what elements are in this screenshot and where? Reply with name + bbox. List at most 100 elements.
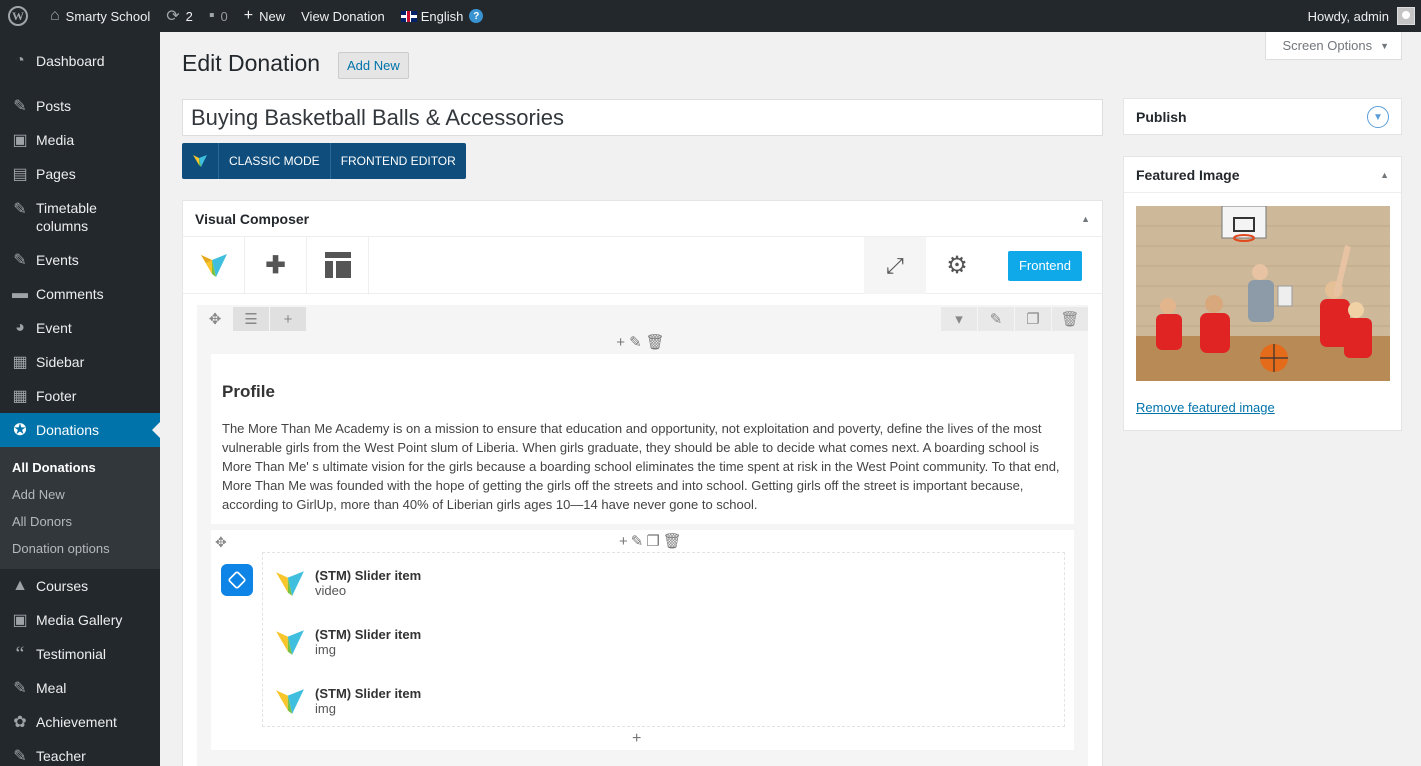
sidebar-item-donations[interactable]: ✪ Donations <box>0 413 160 447</box>
vc-canvas: ✥ ☰ + ▾ ✎ ❐ 🗑 + ✎ 🗑 Profile The More Tha… <box>197 305 1088 766</box>
comment-icon: ▬ <box>12 285 28 302</box>
screen-options-label: Screen Options <box>1282 38 1373 53</box>
vc-logo-icon <box>276 570 304 596</box>
updates-menu[interactable]: ⟳ 2 <box>158 0 201 32</box>
main-content: Screen Options ▼ Edit Donation Add New B… <box>160 32 1421 766</box>
site-name-menu[interactable]: ⌂ Smarty School <box>42 0 158 32</box>
pencil-icon[interactable]: ✎ <box>631 533 647 550</box>
sidebar-item-meal[interactable]: ✎ Meal <box>0 671 160 705</box>
vc-box-header[interactable]: Visual Composer ▲ <box>183 201 1102 237</box>
post-title-input[interactable]: Buying Basketball Balls & Accessories <box>182 99 1103 136</box>
add-element-button[interactable]: ✚ <box>245 236 307 294</box>
sidebar-item-media-gallery[interactable]: ▣ Media Gallery <box>0 603 160 637</box>
comments-menu[interactable]: ▪ 0 <box>201 0 236 32</box>
slider-item[interactable]: (STM) Slider item img <box>263 612 1064 671</box>
gear-icon: ⚙ <box>946 252 968 279</box>
sidebar-item-pages[interactable]: ▤ Pages <box>0 157 160 191</box>
award-icon: ✿ <box>13 714 27 731</box>
classroom-photo <box>1136 206 1390 381</box>
visual-composer-box: Visual Composer ▲ ✚ ⤢ ⚙ Frontend ✥ ☰ + ▾… <box>182 200 1103 766</box>
clone-icon[interactable]: ❐ <box>646 533 662 550</box>
layout-lines-icon: ☰ <box>244 311 258 328</box>
sidebar-item-dashboard[interactable]: ◔ Dashboard <box>0 44 160 78</box>
row-toggle-button[interactable]: ▾ <box>941 307 977 331</box>
sidebar-item-timetable-columns[interactable]: ✎ Timetable columns <box>0 191 160 243</box>
row-edit-button[interactable]: ✎ <box>978 307 1014 331</box>
trash-icon[interactable]: 🗑 <box>646 333 669 351</box>
site-name: Smarty School <box>65 8 151 24</box>
slider-element[interactable]: ✥ +✎❐🗑 (STM) Slider item video (STM) Sli… <box>211 530 1074 750</box>
vc-logo-tool[interactable] <box>183 236 245 294</box>
plus-icon[interactable]: + <box>619 533 631 550</box>
slider-item[interactable]: (STM) Slider item img <box>263 671 1064 730</box>
language-menu[interactable]: English ? <box>393 0 492 32</box>
frontend-editor-button[interactable]: FRONTEND EDITOR <box>331 143 466 179</box>
sidebar-item-achievement[interactable]: ✿ Achievement <box>0 705 160 739</box>
trash-icon[interactable]: 🗑 <box>663 533 685 550</box>
templates-button[interactable] <box>307 236 369 294</box>
settings-button[interactable]: ⚙ <box>926 237 988 294</box>
featured-image-header[interactable]: Featured Image ▲ <box>1124 157 1401 193</box>
row-add-column-button[interactable]: + <box>270 307 306 331</box>
new-content-menu[interactable]: + New <box>236 0 293 32</box>
pencil-icon[interactable]: ✎ <box>629 333 646 351</box>
classic-mode-button[interactable]: CLASSIC MODE <box>219 143 331 179</box>
sidebar-item-events[interactable]: ✎ Events <box>0 243 160 277</box>
vc-logo-icon <box>193 155 207 167</box>
sidebar-item-footer[interactable]: ▦ Footer <box>0 379 160 413</box>
plus-icon: ✚ <box>265 251 286 279</box>
add-slider-item-button[interactable]: + <box>632 730 641 748</box>
refresh-icon: ⟳ <box>166 8 180 25</box>
frontend-button[interactable]: Frontend <box>1007 250 1082 281</box>
sidebar-item-teacher[interactable]: ✎ Teacher <box>0 739 160 766</box>
move-icon[interactable]: ✥ <box>215 534 227 551</box>
row-clone-button[interactable]: ❐ <box>1015 307 1051 331</box>
fullscreen-button[interactable]: ⤢ <box>863 237 926 294</box>
screen-options-button[interactable]: Screen Options ▼ <box>1265 32 1402 60</box>
publish-box: Publish ▼ <box>1123 98 1402 135</box>
cube-icon <box>227 570 247 590</box>
sidebar-item-sidebar[interactable]: ▦ Sidebar <box>0 345 160 379</box>
admin-sidebar: ◔ Dashboard ✎ Posts ▣ Media ▤ Pages ✎ Ti… <box>0 32 160 766</box>
sidebar-item-comments[interactable]: ▬ Comments <box>0 277 160 311</box>
sidebar-item-event[interactable]: ◕ Event <box>0 311 160 345</box>
trash-icon: 🗑 <box>1060 311 1080 328</box>
sidebar-item-posts[interactable]: ✎ Posts <box>0 89 160 123</box>
submenu-all-donations[interactable]: All Donations <box>0 454 160 481</box>
collapse-arrow-icon[interactable]: ▲ <box>1380 170 1389 180</box>
vc-logo-button[interactable] <box>182 143 219 179</box>
row-layout-button[interactable]: ☰ <box>233 307 269 331</box>
gallery-icon: ▣ <box>12 612 28 629</box>
wordpress-logo-menu[interactable]: W <box>0 0 42 32</box>
submenu-add-new[interactable]: Add New <box>0 481 160 508</box>
comment-icon: ▪ <box>208 7 215 24</box>
sidebar-item-courses[interactable]: ▲ Courses <box>0 569 160 603</box>
view-label: View Donation <box>301 8 385 24</box>
updates-count: 2 <box>185 8 193 24</box>
slider-items-list: (STM) Slider item video (STM) Slider ite… <box>262 552 1065 727</box>
remove-featured-image-link[interactable]: Remove featured image <box>1136 400 1275 415</box>
collapse-arrow-icon[interactable]: ▲ <box>1081 214 1090 224</box>
row-delete-button[interactable]: 🗑 <box>1052 307 1088 331</box>
view-donation-link[interactable]: View Donation <box>293 0 393 32</box>
featured-image[interactable] <box>1136 206 1390 381</box>
slider-item[interactable]: (STM) Slider item video <box>263 553 1064 612</box>
submenu-all-donors[interactable]: All Donors <box>0 508 160 535</box>
add-new-button[interactable]: Add New <box>338 52 409 79</box>
quote-icon: “ <box>15 642 25 665</box>
chevron-down-icon[interactable]: ▼ <box>1367 106 1389 128</box>
sidebar-item-testimonial[interactable]: “ Testimonial <box>0 637 160 671</box>
plus-icon: + <box>283 310 293 328</box>
publish-header[interactable]: Publish ▼ <box>1124 99 1401 135</box>
profile-text-block[interactable]: Profile The More Than Me Academy is on a… <box>211 354 1074 524</box>
slider-item-name: (STM) Slider item <box>315 626 422 642</box>
vc-mode-switch: CLASSIC MODE FRONTEND EDITOR <box>182 143 466 179</box>
admin-bar: W ⌂ Smarty School ⟳ 2 ▪ 0 + New View Don… <box>0 0 1421 32</box>
fullscreen-icon: ⤢ <box>886 252 904 278</box>
my-account-menu[interactable]: Howdy, admin <box>1300 0 1421 32</box>
submenu-donation-options[interactable]: Donation options <box>0 535 160 562</box>
slider-item-type: img <box>315 641 336 657</box>
sidebar-item-media[interactable]: ▣ Media <box>0 123 160 157</box>
plus-icon[interactable]: + <box>616 334 629 351</box>
row-move-handle[interactable]: ✥ <box>197 307 233 331</box>
